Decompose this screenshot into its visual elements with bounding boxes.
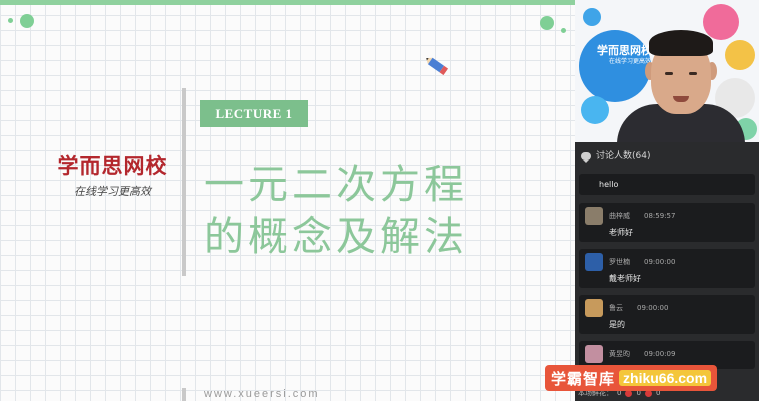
lecture-slide: 学而思网校 在线学习更高效 LECTURE 1 一元二次方程 的概念及解法 ww… <box>0 0 575 401</box>
teacher-hair <box>649 30 713 56</box>
watermark-cn: 学霸智库 <box>551 369 616 388</box>
user-name: 鲁云 <box>609 304 623 312</box>
chat-header: 讨论人数(64) <box>575 146 759 166</box>
flower-icon[interactable] <box>625 390 633 397</box>
video-logo-sub: 在线学习更高效 <box>609 58 652 65</box>
user-avatar[interactable] <box>585 345 603 363</box>
decor-dot-right-small <box>561 28 566 33</box>
slide-top-bar <box>0 0 575 5</box>
chat-message-text: 戴老师好 <box>609 274 641 283</box>
chat-message-bubble: 曲梓威 08:59:57 老师好 <box>579 203 755 242</box>
decor-dot-large <box>20 14 34 28</box>
decor-bubble <box>725 40 755 70</box>
pencil-icon <box>426 57 449 76</box>
user-name: 曲梓威 <box>609 212 630 220</box>
chat-message: 鲁云 09:00:00 是的 <box>579 295 755 334</box>
teacher-eye <box>665 72 673 75</box>
chat-message-text: 老师好 <box>609 228 633 237</box>
slide-title-line1: 一元二次方程 <box>204 162 468 208</box>
watermark-en: zhiku66.com <box>619 370 712 386</box>
decor-dot-small <box>8 18 13 23</box>
chat-bubble-icon <box>581 152 591 163</box>
message-time: 09:00:00 <box>644 258 676 266</box>
user-name: 罗世楠 <box>609 258 630 266</box>
user-avatar[interactable] <box>585 207 603 225</box>
slide-title-line2: 的概念及解法 <box>204 214 468 260</box>
teacher-video[interactable]: 学而思网校 在线学习更高效 <box>575 0 759 142</box>
decor-bubble <box>581 96 609 124</box>
brand-name: 学而思网校 <box>57 153 168 178</box>
flower-icon[interactable] <box>644 390 652 397</box>
footer-url: www.xueersi.com <box>204 388 320 400</box>
user-avatar[interactable] <box>585 253 603 271</box>
decor-dot-right <box>540 16 554 30</box>
side-panel: 学而思网校 在线学习更高效 讨论人数(64) hello 曲梓威 08:59:5… <box>575 0 759 401</box>
lecture-badge: LECTURE 1 <box>200 100 308 127</box>
chat-message-bubble: 罗世楠 09:00:00 戴老师好 <box>579 249 755 288</box>
site-watermark: 学霸智库 zhiku66.com <box>545 365 718 391</box>
brand-logo: 学而思网校 在线学习更高效 <box>50 150 175 199</box>
message-time: 09:00:00 <box>637 304 669 312</box>
chat-message-text: 是的 <box>609 320 625 329</box>
chat-message-text: hello <box>579 174 755 195</box>
message-time: 08:59:57 <box>644 212 676 220</box>
vertical-divider-bottom <box>182 388 186 401</box>
user-name: 黄昱昀 <box>609 350 630 358</box>
vertical-divider <box>182 88 186 276</box>
chat-message: 罗世楠 09:00:00 戴老师好 <box>579 249 755 288</box>
message-time: 09:00:09 <box>644 350 676 358</box>
teacher-eye <box>689 72 697 75</box>
chat-message-bubble: 鲁云 09:00:00 是的 <box>579 295 755 334</box>
user-avatar[interactable] <box>585 299 603 317</box>
decor-bubble <box>703 4 739 40</box>
brand-slogan: 在线学习更高效 <box>74 185 151 198</box>
chat-message: 曲梓威 08:59:57 老师好 <box>579 203 755 242</box>
decor-bubble <box>583 8 601 26</box>
chat-header-label: 讨论人数(64) <box>596 151 651 161</box>
decor-bubble <box>579 30 651 102</box>
chat-message: hello <box>579 174 755 195</box>
